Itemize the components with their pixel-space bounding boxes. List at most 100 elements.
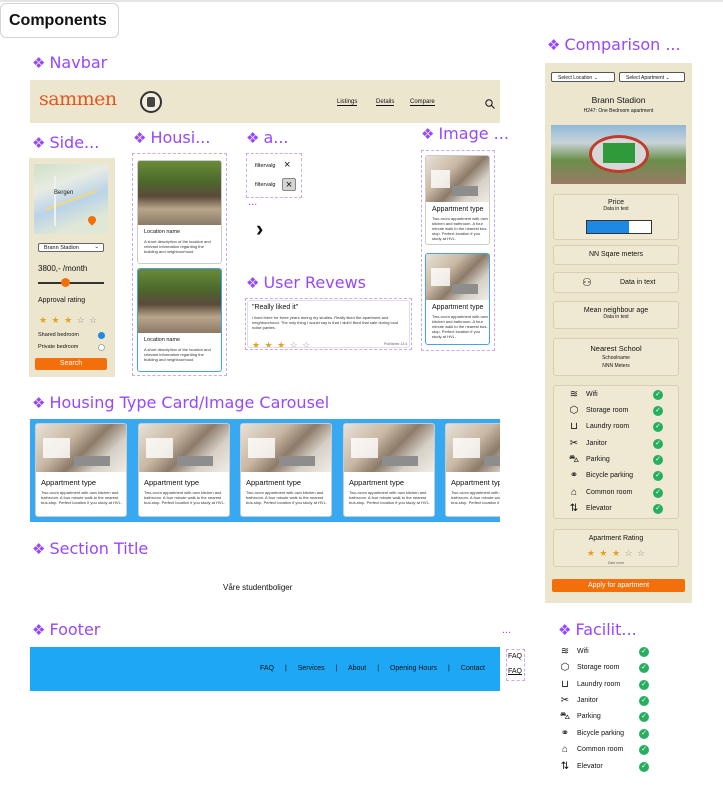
location-select[interactable]: Brann Stadion ⌄	[38, 243, 104, 252]
faq-link[interactable]: FAQ	[508, 668, 522, 675]
page-title-button[interactable]: Components	[0, 3, 119, 38]
apartment-rating: ★ ★ ★ ☆ ☆	[554, 543, 678, 561]
nav-link-compare[interactable]: Compare	[410, 99, 435, 106]
room-icon: ⌂	[570, 487, 578, 498]
chevron-down-icon: ⌄	[94, 244, 99, 250]
carousel-card[interactable]: Appartment type Two-room appartment with…	[445, 423, 500, 517]
facility-row: ⛍ Parking ✓	[557, 710, 677, 726]
slider-thumb	[61, 278, 70, 287]
check-icon: ✓	[653, 439, 663, 449]
star-icon: ★	[277, 340, 286, 348]
search-icon[interactable]	[485, 96, 495, 109]
stadium-image	[551, 125, 686, 184]
price-slider[interactable]	[38, 278, 104, 287]
search-button[interactable]: Search	[35, 358, 107, 370]
neighbours-box: ⚇ Data in text	[553, 272, 679, 293]
review-card: "Really liked it" I lived there for thre…	[247, 300, 410, 348]
close-icon: ×	[284, 159, 291, 171]
star-icon: ★	[264, 340, 273, 348]
star-icon: ★	[586, 548, 595, 558]
carousel-card[interactable]: Appartment type Two-room appartment with…	[35, 423, 127, 517]
check-icon: ✓	[653, 488, 663, 498]
check-icon: ✓	[639, 729, 649, 739]
section-title-navbar: ❖ Navbar	[32, 53, 108, 72]
elevator-icon: ⇅	[569, 503, 579, 514]
select-location[interactable]: Select Location ⌄	[551, 72, 615, 82]
option-shared[interactable]: Shared bedroom	[38, 332, 106, 339]
apply-button[interactable]: Apply for apartment	[552, 579, 685, 592]
car-icon: ⛍	[568, 454, 580, 465]
size-box: NN Sqare meters	[553, 245, 679, 265]
check-icon: ✓	[639, 680, 649, 690]
apt-type: Appartment type	[432, 206, 484, 213]
comparison-subtitle: H247: One Bedroom apartment	[583, 108, 654, 114]
facility-row: ✂ Janitor ✓	[566, 437, 686, 453]
review-date: Published 13.4	[384, 342, 408, 346]
star-icon: ★	[611, 548, 621, 558]
housing-desc: A short description of the location and …	[144, 239, 211, 254]
footer-link-contact[interactable]: Contact	[461, 665, 485, 672]
navbar: sammen Listings Details Compare	[30, 80, 500, 123]
sidebar-rating[interactable]: ★ ★ ★ ☆ ☆	[39, 310, 97, 328]
carousel-card[interactable]: Appartment type Two-room appartment with…	[343, 423, 435, 517]
housing-card[interactable]: Location name A short description of the…	[137, 160, 222, 264]
nav-link-listings[interactable]: Listings	[337, 99, 358, 106]
carousel-card[interactable]: Appartment type Two-room appartment with…	[138, 423, 230, 517]
age-box: Mean neighbour age Data in text	[553, 301, 679, 329]
price-box: Price Data in text	[553, 194, 679, 240]
laundry-icon: ⊔	[561, 679, 569, 690]
footer-link-services[interactable]: Services	[298, 665, 325, 672]
laundry-icon: ⊔	[570, 421, 578, 432]
facility-row: ⌂ Common room ✓	[557, 743, 677, 759]
facility-row: ⌂ Common room ✓	[566, 486, 686, 502]
wifi-icon: ≋	[569, 389, 579, 400]
box-icon: ⬡	[569, 405, 579, 416]
chevron-right-icon[interactable]: ›	[256, 218, 263, 240]
housing-title: Location name	[144, 337, 181, 343]
check-icon: ✓	[639, 762, 649, 772]
footer-link-faq[interactable]: FAQ	[260, 665, 274, 672]
elevator-icon: ⇅	[560, 761, 570, 772]
housing-desc: A short description of the location and …	[144, 347, 211, 362]
facility-row: ⊔ Laundry room ✓	[557, 678, 677, 694]
footer-link-about[interactable]: About	[348, 665, 366, 672]
footer-link-opening-hours[interactable]: Opening Hours	[390, 665, 437, 672]
apt-desc: Two-room appartment with own kitchen and…	[432, 216, 488, 241]
star-icon: ★	[51, 315, 60, 325]
select-apartment[interactable]: Select Apartment ⌄	[619, 72, 685, 82]
apt-image	[426, 156, 489, 202]
close-icon: ×	[282, 178, 296, 191]
radio-selected	[98, 332, 105, 339]
logo[interactable]: sammen	[39, 88, 117, 110]
nav-link-details[interactable]: Details	[376, 99, 395, 106]
apt-card[interactable]: Appartment type Two-room appartment with…	[425, 155, 490, 245]
facilities-list: ≋ Wifi ✓ ⬡ Storage room ✓ ⊔ Laundry room ✓ ✂ Ja…	[557, 645, 667, 780]
chevron-down-icon: ⌄	[665, 75, 670, 81]
carousel-card[interactable]: Appartment type Two-room appartment with…	[240, 423, 332, 517]
map[interactable]: Bergen	[34, 164, 108, 234]
apt-card-active[interactable]: Appartment type Two-room appartment with…	[425, 253, 490, 345]
facilities-box: ≋ Wifi ✓ ⬡ Storage room ✓ ⊔ Laundry room ✓ ✂ Ja…	[553, 385, 679, 519]
check-icon: ✓	[653, 422, 663, 432]
comparison-panel: Select Location ⌄ Select Apartment ⌄ Bra…	[545, 63, 692, 603]
star-icon: ★	[252, 340, 261, 348]
option-private[interactable]: Private bedroom	[38, 344, 106, 351]
facility-row: ⬡ Storage room ✓	[557, 661, 677, 677]
facility-row: ⬡ Storage room ✓	[566, 404, 686, 420]
check-icon: ✓	[653, 390, 663, 400]
check-icon: ✓	[653, 504, 663, 514]
review-text: I lived there for three years during my …	[252, 315, 399, 330]
apt-type: Appartment type	[432, 304, 484, 311]
filter-chip-selected[interactable]: filtervalg ×	[250, 178, 298, 192]
faq-link[interactable]: FAQ	[508, 653, 522, 660]
section-title-a: ❖ a...	[246, 128, 289, 147]
housing-card[interactable]: Location name A short description of the…	[137, 268, 222, 372]
facility-row: ⇅ Elevator ✓	[566, 502, 686, 518]
filter-chip[interactable]: filtervalg ×	[250, 159, 298, 173]
section-title-section-title: ❖ Section Title	[32, 539, 149, 558]
price-label: 3800,- /month	[38, 264, 88, 273]
sidebar-frame: Bergen Brann Stadion ⌄ 3800,- /month Appr…	[29, 158, 115, 377]
apt-image	[426, 254, 489, 300]
section-title-facilities: ❖ Facilit...	[558, 620, 637, 639]
radio-unselected	[98, 344, 105, 351]
